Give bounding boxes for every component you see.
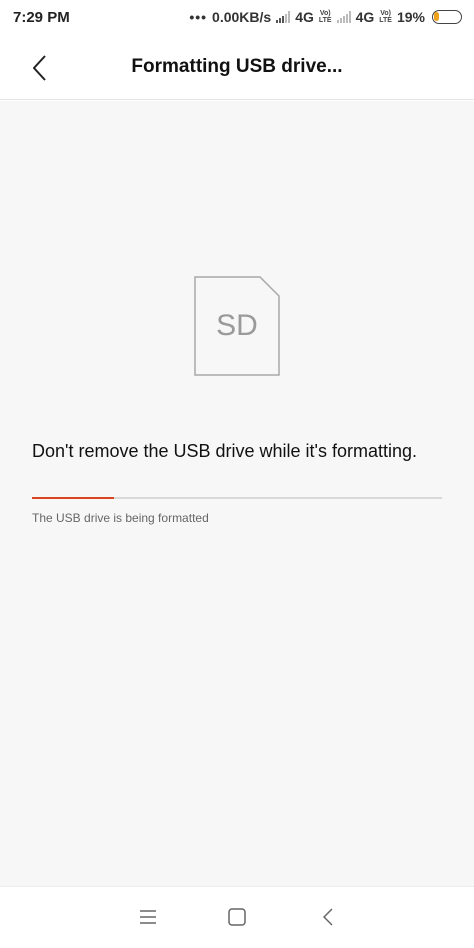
status-icons: ••• 0.00KB/s 4G Vo) LTE 4G Vo) LTE 19%	[189, 9, 462, 25]
status-bar: 7:29 PM ••• 0.00KB/s 4G Vo) LTE 4G Vo) L…	[0, 0, 474, 34]
sd-card-icon: SD	[194, 276, 280, 376]
status-time: 7:29 PM	[13, 8, 70, 26]
network-type-1: 4G	[295, 9, 314, 25]
network-speed: 0.00KB/s	[212, 9, 272, 25]
volte-top: Vo)	[380, 10, 391, 17]
screen: 7:29 PM ••• 0.00KB/s 4G Vo) LTE 4G Vo) L…	[0, 0, 474, 948]
format-status: The USB drive is being formatted	[32, 511, 209, 525]
home-icon	[228, 908, 246, 926]
back-button[interactable]	[24, 52, 56, 84]
nav-back-button[interactable]	[312, 903, 344, 931]
menu-icon	[140, 910, 156, 924]
network-type-2: 4G	[355, 9, 375, 25]
menu-button[interactable]	[132, 903, 164, 931]
more-notifications-icon: •••	[189, 9, 208, 25]
nav-back-icon	[323, 908, 333, 926]
volte-top: Vo)	[319, 10, 331, 17]
warning-message: Don't remove the USB drive while it's fo…	[32, 441, 418, 461]
volte-bottom: LTE	[318, 17, 332, 24]
volte-bottom: LTE	[379, 17, 392, 24]
progress-bar	[32, 497, 442, 499]
battery-percent: 19%	[396, 9, 425, 25]
main-content: SD Don't remove the USB drive while it's…	[0, 101, 474, 886]
home-button[interactable]	[221, 903, 253, 931]
header: Formatting USB drive...	[0, 34, 474, 100]
signal-icon-2	[336, 11, 351, 23]
progress-fill	[32, 497, 114, 499]
navigation-bar	[0, 886, 474, 948]
sd-label: SD	[216, 309, 258, 342]
volte-icon-1: Vo) LTE	[319, 10, 332, 24]
battery-fill	[434, 12, 439, 21]
page-title: Formatting USB drive...	[131, 55, 343, 77]
battery-icon	[432, 10, 462, 24]
signal-icon-1	[276, 11, 291, 23]
volte-icon-2: Vo) LTE	[379, 10, 392, 24]
back-arrow-icon	[33, 55, 46, 81]
